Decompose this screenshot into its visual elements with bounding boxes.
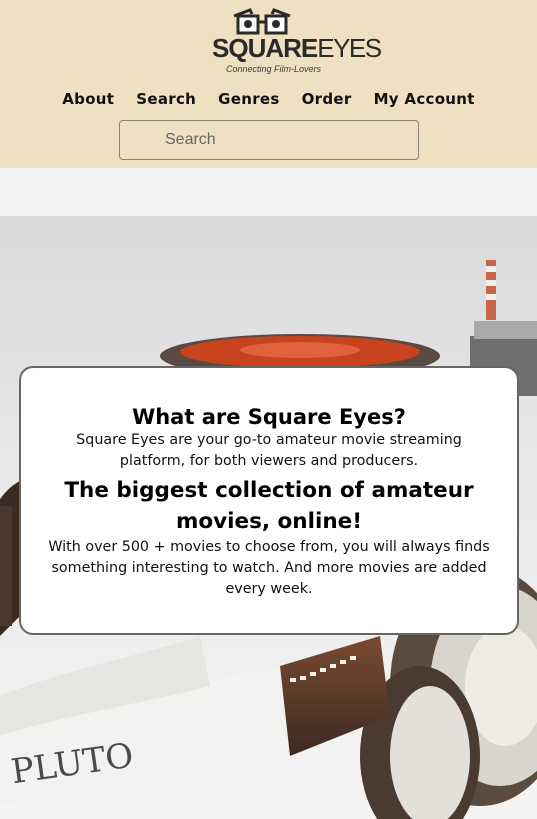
site-logo[interactable]: SQUAREEYES Connecting Film-Lovers	[212, 6, 382, 76]
logo-wordmark: SQUAREEYES	[212, 33, 382, 63]
nav-about[interactable]: About	[51, 88, 125, 110]
nav-genres[interactable]: Genres	[207, 88, 290, 110]
main-nav: About Search Genres Order My Account	[0, 88, 537, 110]
logo-word-light: EYES	[317, 33, 382, 63]
intro-heading: What are Square Eyes?	[132, 405, 406, 429]
site-header: SQUAREEYES Connecting Film-Lovers About …	[0, 0, 537, 168]
intro-card: What are Square Eyes? Square Eyes are yo…	[19, 366, 519, 635]
logo-word-bold: SQUARE	[212, 33, 318, 63]
collection-heading: The biggest collection of amateur movies…	[64, 478, 474, 534]
nav-order[interactable]: Order	[291, 88, 363, 110]
collection-text: With over 500 + movies to choose from, y…	[48, 539, 490, 597]
search-input[interactable]	[119, 120, 419, 160]
nav-my-account[interactable]: My Account	[363, 88, 486, 110]
logo-tagline: Connecting Film-Lovers	[226, 64, 322, 74]
header-spacer-strip	[0, 168, 537, 216]
intro-text: Square Eyes are your go-to amateur movie…	[76, 432, 462, 469]
nav-search[interactable]: Search	[125, 88, 207, 110]
